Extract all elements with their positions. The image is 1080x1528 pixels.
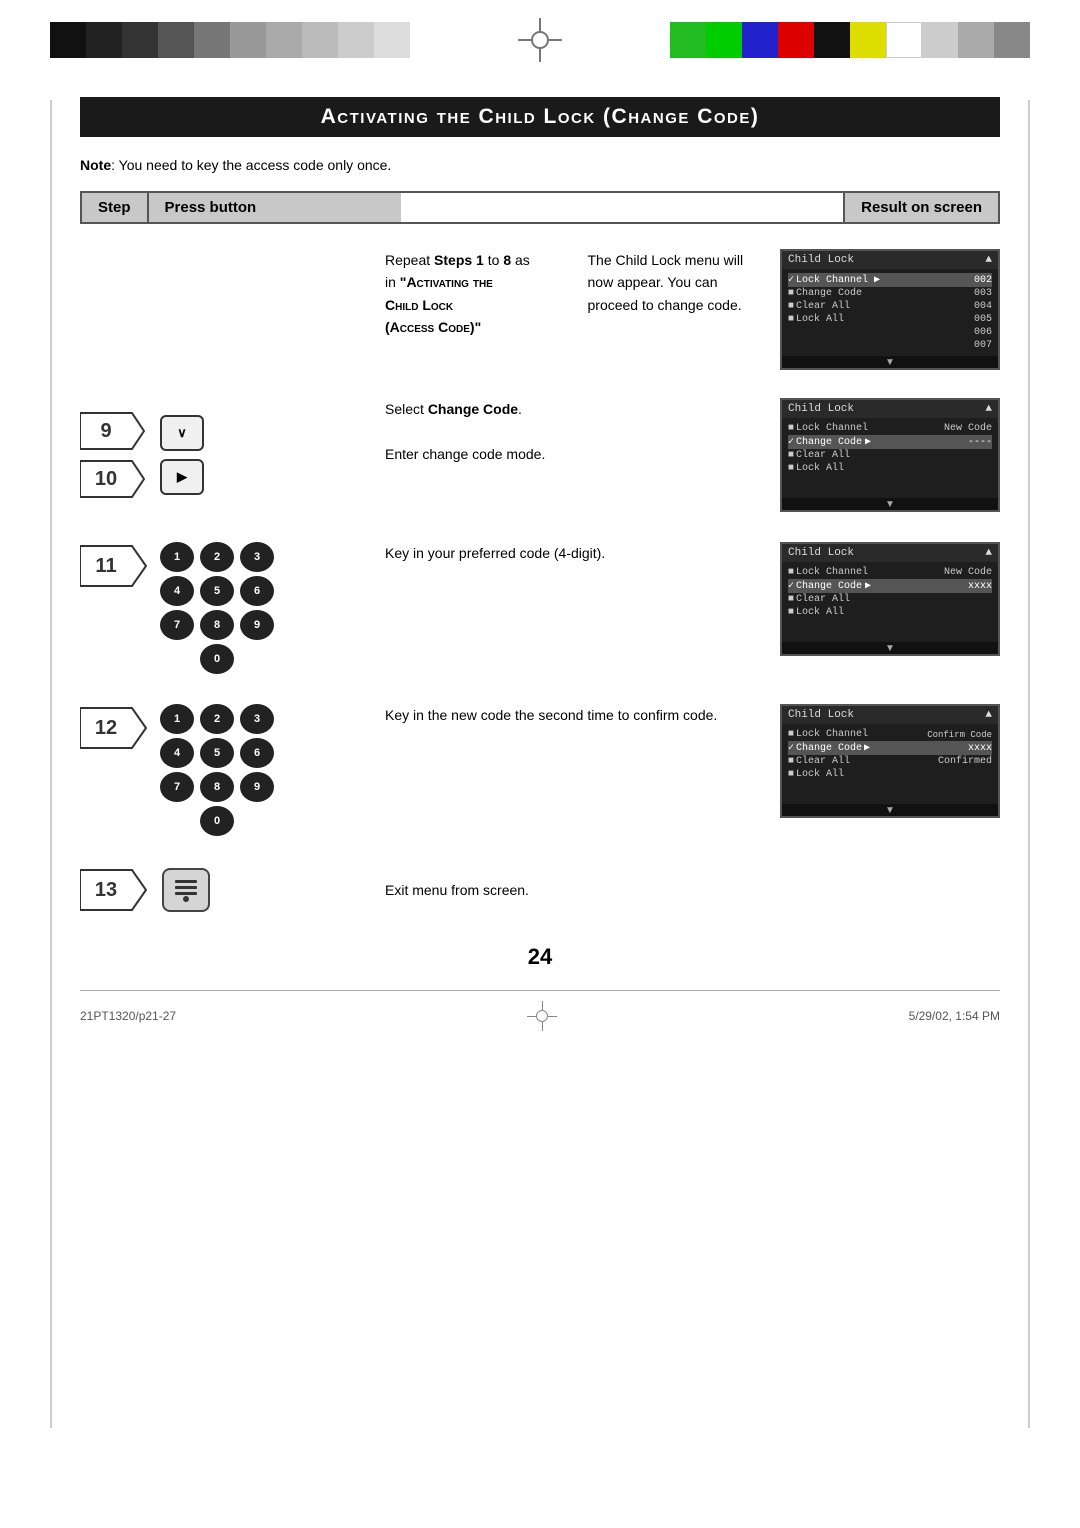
header-step: Step [82, 193, 149, 222]
footer-left: 21PT1320/p21-27 [80, 1009, 176, 1023]
page-title: Activating the Child Lock (Change Code) [80, 97, 1000, 137]
step-13-section: 13 Exit menu from screen. [80, 866, 1000, 914]
table-header: Step Press button Result on screen [80, 191, 1000, 224]
num12-btn-0[interactable]: 0 [200, 806, 234, 836]
intro-description: Repeat Steps 1 to 8 as in "Activating th… [385, 249, 558, 339]
num-btn-7[interactable]: 7 [160, 610, 194, 640]
num12-btn-6[interactable]: 6 [240, 738, 274, 768]
num-btn-1[interactable]: 1 [160, 542, 194, 572]
num-btn-4[interactable]: 4 [160, 576, 194, 606]
step-12-section: 12 1 2 3 4 5 6 7 8 9 0 Key in the new co… [80, 704, 1000, 836]
num12-btn-5[interactable]: 5 [200, 738, 234, 768]
right-border-line [1028, 100, 1030, 1428]
num-btn-9[interactable]: 9 [240, 610, 274, 640]
footer-crosshair [527, 1001, 557, 1031]
step-11-screen: Child Lock▲ ■Lock ChannelNew Code ✓Chang… [775, 542, 1000, 674]
down-button[interactable]: ∨ [160, 415, 204, 451]
header-result: Result on screen [843, 193, 998, 222]
num12-btn-8[interactable]: 8 [200, 772, 234, 802]
num12-btn-2[interactable]: 2 [200, 704, 234, 734]
menu-button[interactable] [162, 868, 210, 912]
num12-btn-9[interactable]: 9 [240, 772, 274, 802]
num12-btn-4[interactable]: 4 [160, 738, 194, 768]
svg-text:9: 9 [100, 420, 111, 442]
intro-description2: The Child Lock menu will now appear. You… [588, 252, 744, 313]
svg-text:13: 13 [95, 879, 117, 901]
num12-btn-1[interactable]: 1 [160, 704, 194, 734]
num-btn-6[interactable]: 6 [240, 576, 274, 606]
intro-screen: Child Lock▲ ✓Lock Channel ▶002 ■Change C… [775, 249, 1000, 370]
page-footer: 21PT1320/p21-27 5/29/02, 1:54 PM [80, 990, 1000, 1031]
step-numbers-9-10: 9 10 [80, 409, 148, 501]
num-btn-3[interactable]: 3 [240, 542, 274, 572]
num-btn-0[interactable]: 0 [200, 644, 234, 674]
buttons-9-10: ∨ ▶ [160, 415, 204, 495]
num12-btn-7[interactable]: 7 [160, 772, 194, 802]
step-9-10-section: 9 10 ∨ ▶ Select Change Code.Enter change… [80, 398, 1000, 512]
step-9-10-screen: Child Lock▲ ■Lock ChannelNew Code ✓Chang… [775, 398, 1000, 512]
num-btn-5[interactable]: 5 [200, 576, 234, 606]
numpad-12: 1 2 3 4 5 6 7 8 9 0 [160, 704, 276, 836]
num-btn-2[interactable]: 2 [200, 542, 234, 572]
step-12-description: Key in the new code the second time to c… [385, 707, 717, 723]
step-badge-9: 9 [80, 409, 148, 453]
page-number: 24 [80, 944, 1000, 970]
svg-text:11: 11 [95, 555, 116, 577]
right-button[interactable]: ▶ [160, 459, 204, 495]
step-9-10-description: Select Change Code.Enter change code mod… [385, 401, 545, 462]
num-btn-8[interactable]: 8 [200, 610, 234, 640]
step-11-description: Key in your preferred code (4-digit). [385, 545, 605, 561]
note-text: Note: You need to key the access code on… [80, 157, 1000, 173]
step-badge-12: 12 [80, 704, 148, 752]
num12-btn-3[interactable]: 3 [240, 704, 274, 734]
step-badge-13: 13 [80, 866, 148, 914]
left-border-line [50, 100, 52, 1428]
step-11-section: 11 1 2 3 4 5 6 7 8 9 0 Key in your prefe… [80, 542, 1000, 674]
svg-text:10: 10 [95, 468, 117, 490]
footer-right: 5/29/02, 1:54 PM [909, 1009, 1000, 1023]
step-badge-11: 11 [80, 542, 148, 590]
step-badge-10: 10 [80, 457, 148, 501]
step-12-screen: Child Lock▲ ■Lock ChannelConfirm Code ✓C… [775, 704, 1000, 836]
step-13-description: Exit menu from screen. [385, 882, 529, 898]
step-intro-section: Repeat Steps 1 to 8 as in "Activating th… [80, 249, 1000, 370]
header-press-button: Press button [149, 193, 402, 222]
numpad-11: 1 2 3 4 5 6 7 8 9 0 [160, 542, 276, 674]
svg-text:12: 12 [95, 717, 117, 739]
